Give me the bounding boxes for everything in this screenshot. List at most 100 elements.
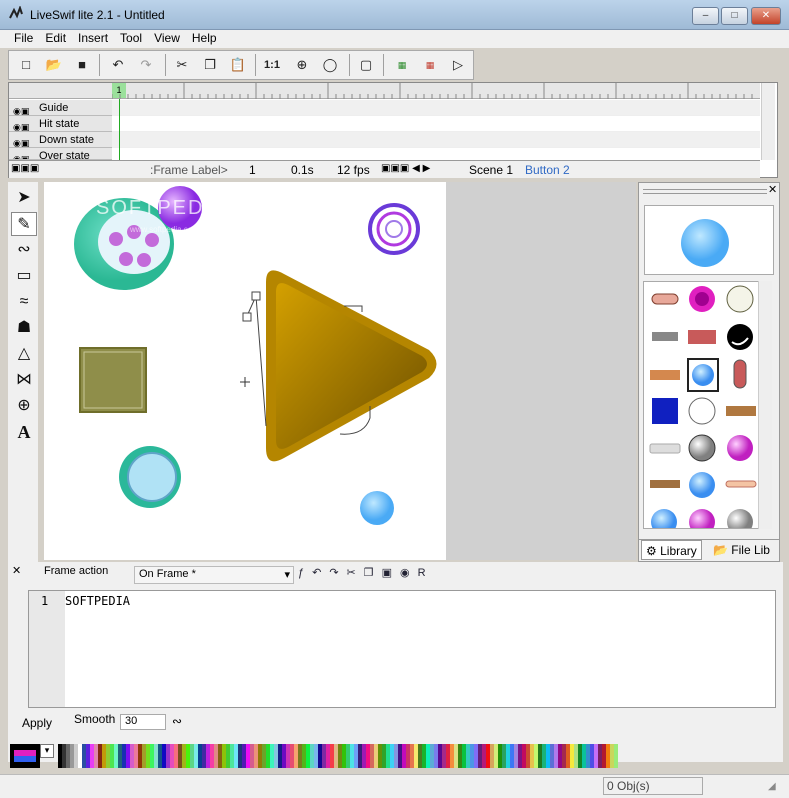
layer-tools-icon[interactable]: ▣▣▣ bbox=[11, 163, 39, 174]
rectangle-icon[interactable]: ▭ bbox=[11, 264, 37, 288]
copy-icon[interactable]: ❐ bbox=[199, 55, 221, 75]
play-preview-icon[interactable]: ▷ bbox=[447, 55, 469, 75]
layer-over-state[interactable]: ◉▣ Over state bbox=[9, 148, 112, 160]
concentric-rings-shape[interactable] bbox=[368, 203, 420, 255]
zoom-actual-button[interactable]: 1:1 bbox=[261, 55, 283, 75]
action-toolbar-icons[interactable]: ƒ↶↷✂❐▣◉R bbox=[298, 566, 434, 579]
library-grid[interactable] bbox=[643, 281, 759, 529]
crosshair-cursor bbox=[240, 377, 250, 387]
color-swatch[interactable] bbox=[614, 744, 618, 768]
smooth-input[interactable]: 30 bbox=[120, 714, 166, 730]
olive-square-shape[interactable] bbox=[79, 347, 147, 413]
menu-insert[interactable]: Insert bbox=[72, 30, 114, 46]
polygon-icon[interactable]: △ bbox=[11, 342, 37, 366]
play-triangle-shape[interactable] bbox=[266, 270, 437, 462]
tab-button-2[interactable]: Button 2 bbox=[525, 163, 570, 177]
zoom-in-icon[interactable]: ⊕ bbox=[291, 55, 313, 75]
tab-library[interactable]: ⚙ Library bbox=[641, 540, 702, 560]
timeline-ruler[interactable]: 1 bbox=[112, 83, 760, 99]
library-tabs: ⚙ Library 📂 File Lib bbox=[639, 539, 779, 561]
layer-guide[interactable]: ◉▣ Guide bbox=[9, 100, 112, 116]
smooth-value: 30 bbox=[125, 715, 138, 727]
timeline-row[interactable] bbox=[112, 132, 760, 148]
chevron-down-icon[interactable]: ▾ bbox=[40, 744, 54, 758]
status-bar: 0 Obj(s) ◢ bbox=[0, 774, 789, 798]
maximize-button[interactable]: □ bbox=[721, 7, 748, 25]
document-icon[interactable]: ▢ bbox=[355, 55, 377, 75]
menu-edit[interactable]: Edit bbox=[39, 30, 72, 46]
menu-view[interactable]: View bbox=[148, 30, 186, 46]
bezier-pen-icon[interactable]: ∾ bbox=[11, 238, 37, 262]
event-select[interactable]: On Frame * ▾ bbox=[134, 566, 294, 584]
toolbar-separator bbox=[165, 54, 166, 76]
stroke-color bbox=[14, 756, 36, 762]
frame-tools-icon[interactable]: ▣▣▣ ◀ ▶ bbox=[381, 163, 430, 174]
layer-header bbox=[9, 83, 112, 99]
tab-scene-1[interactable]: Scene 1 bbox=[469, 163, 513, 177]
pencil-icon[interactable]: ✎ bbox=[11, 212, 37, 236]
timeline-row[interactable] bbox=[112, 100, 760, 116]
layer-label: Down state bbox=[39, 134, 95, 146]
title-bar: LiveSwif lite 2.1 - Untitled – □ ✕ bbox=[0, 0, 789, 30]
menu-file[interactable]: File bbox=[8, 30, 39, 46]
arrow-select-icon[interactable]: ➤ bbox=[11, 186, 37, 210]
export-swf-icon[interactable]: ▦ bbox=[419, 55, 441, 75]
eye-lock-icon[interactable]: ◉▣ bbox=[13, 151, 29, 159]
export-html-icon[interactable]: ▦ bbox=[391, 55, 413, 75]
cut-icon[interactable]: ✂ bbox=[171, 55, 193, 75]
line-gutter: 1 bbox=[29, 591, 65, 707]
zoom-icon[interactable]: ⊕ bbox=[11, 394, 37, 418]
close-icon[interactable]: ✕ bbox=[768, 183, 777, 196]
menu-tool[interactable]: Tool bbox=[114, 30, 148, 46]
frame-label-field[interactable]: :Frame Label> bbox=[150, 163, 228, 177]
line-number: 1 bbox=[41, 594, 49, 608]
blue-sphere-shape[interactable] bbox=[360, 491, 394, 525]
teal-ring-circle-shape[interactable] bbox=[119, 446, 181, 508]
layer-down-state[interactable]: ◉▣ Down state bbox=[9, 132, 112, 148]
menu-bar: File Edit Insert Tool View Help bbox=[0, 30, 789, 48]
timeline-vscroll[interactable] bbox=[761, 83, 775, 160]
zoom-fit-icon[interactable]: ◯ bbox=[319, 55, 341, 75]
open-folder-icon[interactable]: 📂 bbox=[43, 55, 65, 75]
gear-icon: ⚙ bbox=[646, 544, 657, 558]
panel-grip[interactable] bbox=[643, 189, 767, 194]
layer-hit-state[interactable]: ◉▣ Hit state bbox=[9, 116, 112, 132]
close-icon[interactable]: ✕ bbox=[12, 564, 21, 577]
tab-label: File Lib bbox=[731, 543, 770, 557]
object-count: 0 Obj(s) bbox=[603, 777, 703, 795]
timeline-row[interactable] bbox=[112, 116, 760, 132]
toolbar-separator bbox=[383, 54, 384, 76]
close-button[interactable]: ✕ bbox=[751, 7, 781, 25]
playhead[interactable] bbox=[119, 99, 120, 160]
tools-palette: ➤ ✎ ∾ ▭ ≈ ☗ △ ⋈ ⊕ A bbox=[8, 182, 38, 564]
library-thumbnails bbox=[649, 285, 757, 528]
envelope-icon[interactable]: ⋈ bbox=[11, 368, 37, 392]
library-vscroll[interactable] bbox=[758, 281, 772, 529]
paint-bucket-icon[interactable]: ☗ bbox=[11, 316, 37, 340]
code-line[interactable]: SOFTPEDIA bbox=[65, 594, 130, 608]
freehand-icon[interactable]: ≈ bbox=[11, 290, 37, 314]
menu-help[interactable]: Help bbox=[186, 30, 223, 46]
apply-button[interactable]: Apply bbox=[22, 716, 62, 730]
code-editor[interactable]: 1 SOFTPEDIA bbox=[28, 590, 776, 708]
new-file-icon[interactable]: □ bbox=[15, 55, 37, 75]
save-icon[interactable]: ■ bbox=[71, 55, 93, 75]
color-swatches[interactable] bbox=[58, 744, 620, 768]
text-tool-icon[interactable]: A bbox=[11, 420, 37, 444]
resize-grip-icon[interactable]: ◢ bbox=[768, 781, 776, 792]
action-title: Frame action bbox=[44, 565, 109, 577]
toolbar-separator bbox=[99, 54, 100, 76]
layer-label: Hit state bbox=[39, 118, 80, 130]
smooth-curve-icon[interactable]: ∾ bbox=[172, 714, 182, 728]
tab-file-lib[interactable]: 📂 File Lib bbox=[709, 540, 774, 560]
stroke-fill-swatch[interactable] bbox=[10, 744, 40, 768]
paste-icon[interactable]: 📋 bbox=[227, 55, 249, 75]
minimize-button[interactable]: – bbox=[692, 7, 719, 25]
stage-canvas[interactable]: SOFTPEDIA www.softpedia.com bbox=[44, 182, 446, 560]
current-frame-field[interactable]: 1 bbox=[249, 163, 256, 177]
app-icon bbox=[8, 5, 24, 22]
window-title: LiveSwif lite 2.1 - Untitled bbox=[30, 8, 165, 22]
undo-icon[interactable]: ↶ bbox=[107, 55, 129, 75]
redo-icon[interactable]: ↷ bbox=[135, 55, 157, 75]
fps-field[interactable]: 12 fps bbox=[337, 163, 370, 177]
